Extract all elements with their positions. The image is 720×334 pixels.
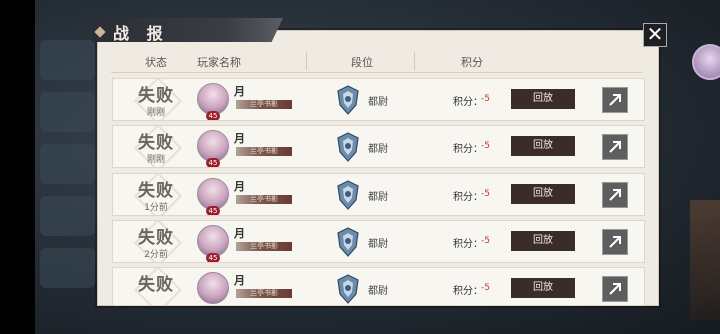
player-title-badge: 兰亭书影 (236, 147, 292, 156)
battle-record-row: 失败 2分前 45 月 兰亭书影 都尉 积分： -5 回放 (112, 220, 645, 263)
share-arrow-icon (609, 141, 621, 153)
player-title-badge: 兰亭书影 (236, 242, 292, 251)
replay-button[interactable]: 回放 (511, 136, 575, 156)
share-arrow-icon (609, 189, 621, 201)
replay-button[interactable]: 回放 (511, 231, 575, 251)
share-arrow-icon (609, 283, 621, 295)
header-status: 状态 (145, 56, 167, 69)
result-status: 失败 (113, 268, 199, 305)
side-avatar-icon (692, 44, 720, 80)
result-label: 失败 (138, 228, 174, 248)
player-level-badge: 45 (206, 111, 220, 120)
header-divider (306, 52, 307, 70)
rank-label: 都尉 (368, 239, 388, 250)
share-button[interactable] (602, 276, 628, 302)
score-change: -5 (481, 141, 490, 151)
result-status: 失败 2分前 (113, 221, 199, 262)
score-label: 积分： (453, 97, 483, 108)
battle-record-row: 失败 刚刚 45 月 兰亭书影 都尉 积分： -5 回放 (112, 125, 645, 168)
result-status: 失败 刚刚 (113, 79, 199, 120)
share-button[interactable] (602, 229, 628, 255)
score-label: 积分： (453, 144, 483, 155)
score-label: 积分： (453, 286, 483, 297)
result-label: 失败 (138, 181, 174, 201)
share-button[interactable] (602, 182, 628, 208)
player-name: 月 (234, 274, 245, 287)
rank-shield-icon (337, 227, 359, 257)
rank-shield-icon (337, 274, 359, 304)
share-arrow-icon (609, 94, 621, 106)
share-button[interactable] (602, 134, 628, 160)
player-avatar[interactable] (197, 272, 229, 304)
player-name: 月 (234, 132, 245, 145)
result-status: 失败 刚刚 (113, 126, 199, 167)
share-arrow-icon (609, 236, 621, 248)
player-title-badge: 兰亭书影 (236, 100, 292, 109)
battle-record-row: 失败 1分前 45 月 兰亭书影 都尉 积分： -5 回放 (112, 173, 645, 216)
result-label: 失败 (138, 133, 174, 153)
player-level-badge: 45 (206, 253, 220, 262)
player-name: 月 (234, 227, 245, 240)
rank-label: 都尉 (368, 97, 388, 108)
background-side-menu (40, 40, 100, 320)
rank-label: 都尉 (368, 286, 388, 297)
header-rank: 段位 (351, 56, 373, 69)
result-time: 刚刚 (146, 108, 165, 118)
score-label: 积分： (453, 239, 483, 250)
rank-label: 都尉 (368, 192, 388, 203)
close-button[interactable]: ✕ (643, 23, 667, 47)
score-change: -5 (481, 189, 490, 199)
player-name: 月 (234, 180, 245, 193)
rank-shield-icon (337, 180, 359, 210)
table-header: 状态 玩家名称 段位 积分 (111, 50, 643, 72)
battle-record-row: 失败 月 兰亭书影 都尉 积分： -5 回放 (112, 267, 645, 306)
result-label: 失败 (138, 275, 174, 295)
player-title-badge: 兰亭书影 (236, 289, 292, 298)
panel-title: 战 报 (113, 24, 169, 43)
replay-button[interactable]: 回放 (511, 89, 575, 109)
header-player: 玩家名称 (197, 56, 241, 69)
rank-shield-icon (337, 85, 359, 115)
battle-record-row: 失败 刚刚 45 月 兰亭书影 都尉 积分： -5 回放 (112, 78, 645, 121)
header-divider (414, 52, 415, 70)
score-change: -5 (481, 283, 490, 293)
header-divider-line (111, 72, 643, 73)
score-change: -5 (481, 236, 490, 246)
player-level-badge: 45 (206, 158, 220, 167)
result-label: 失败 (138, 86, 174, 106)
rank-shield-icon (337, 132, 359, 162)
result-time: 1分前 (144, 203, 168, 213)
player-level-badge: 45 (206, 206, 220, 215)
background-decoration (690, 200, 720, 320)
rank-label: 都尉 (368, 144, 388, 155)
player-name: 月 (234, 85, 245, 98)
player-title-badge: 兰亭书影 (236, 195, 292, 204)
result-time: 刚刚 (146, 155, 165, 165)
score-label: 积分： (453, 192, 483, 203)
header-score: 积分 (461, 56, 483, 69)
replay-button[interactable]: 回放 (511, 184, 575, 204)
result-time: 2分前 (144, 250, 168, 260)
share-button[interactable] (602, 87, 628, 113)
result-status: 失败 1分前 (113, 174, 199, 215)
replay-button[interactable]: 回放 (511, 278, 575, 298)
score-change: -5 (481, 94, 490, 104)
